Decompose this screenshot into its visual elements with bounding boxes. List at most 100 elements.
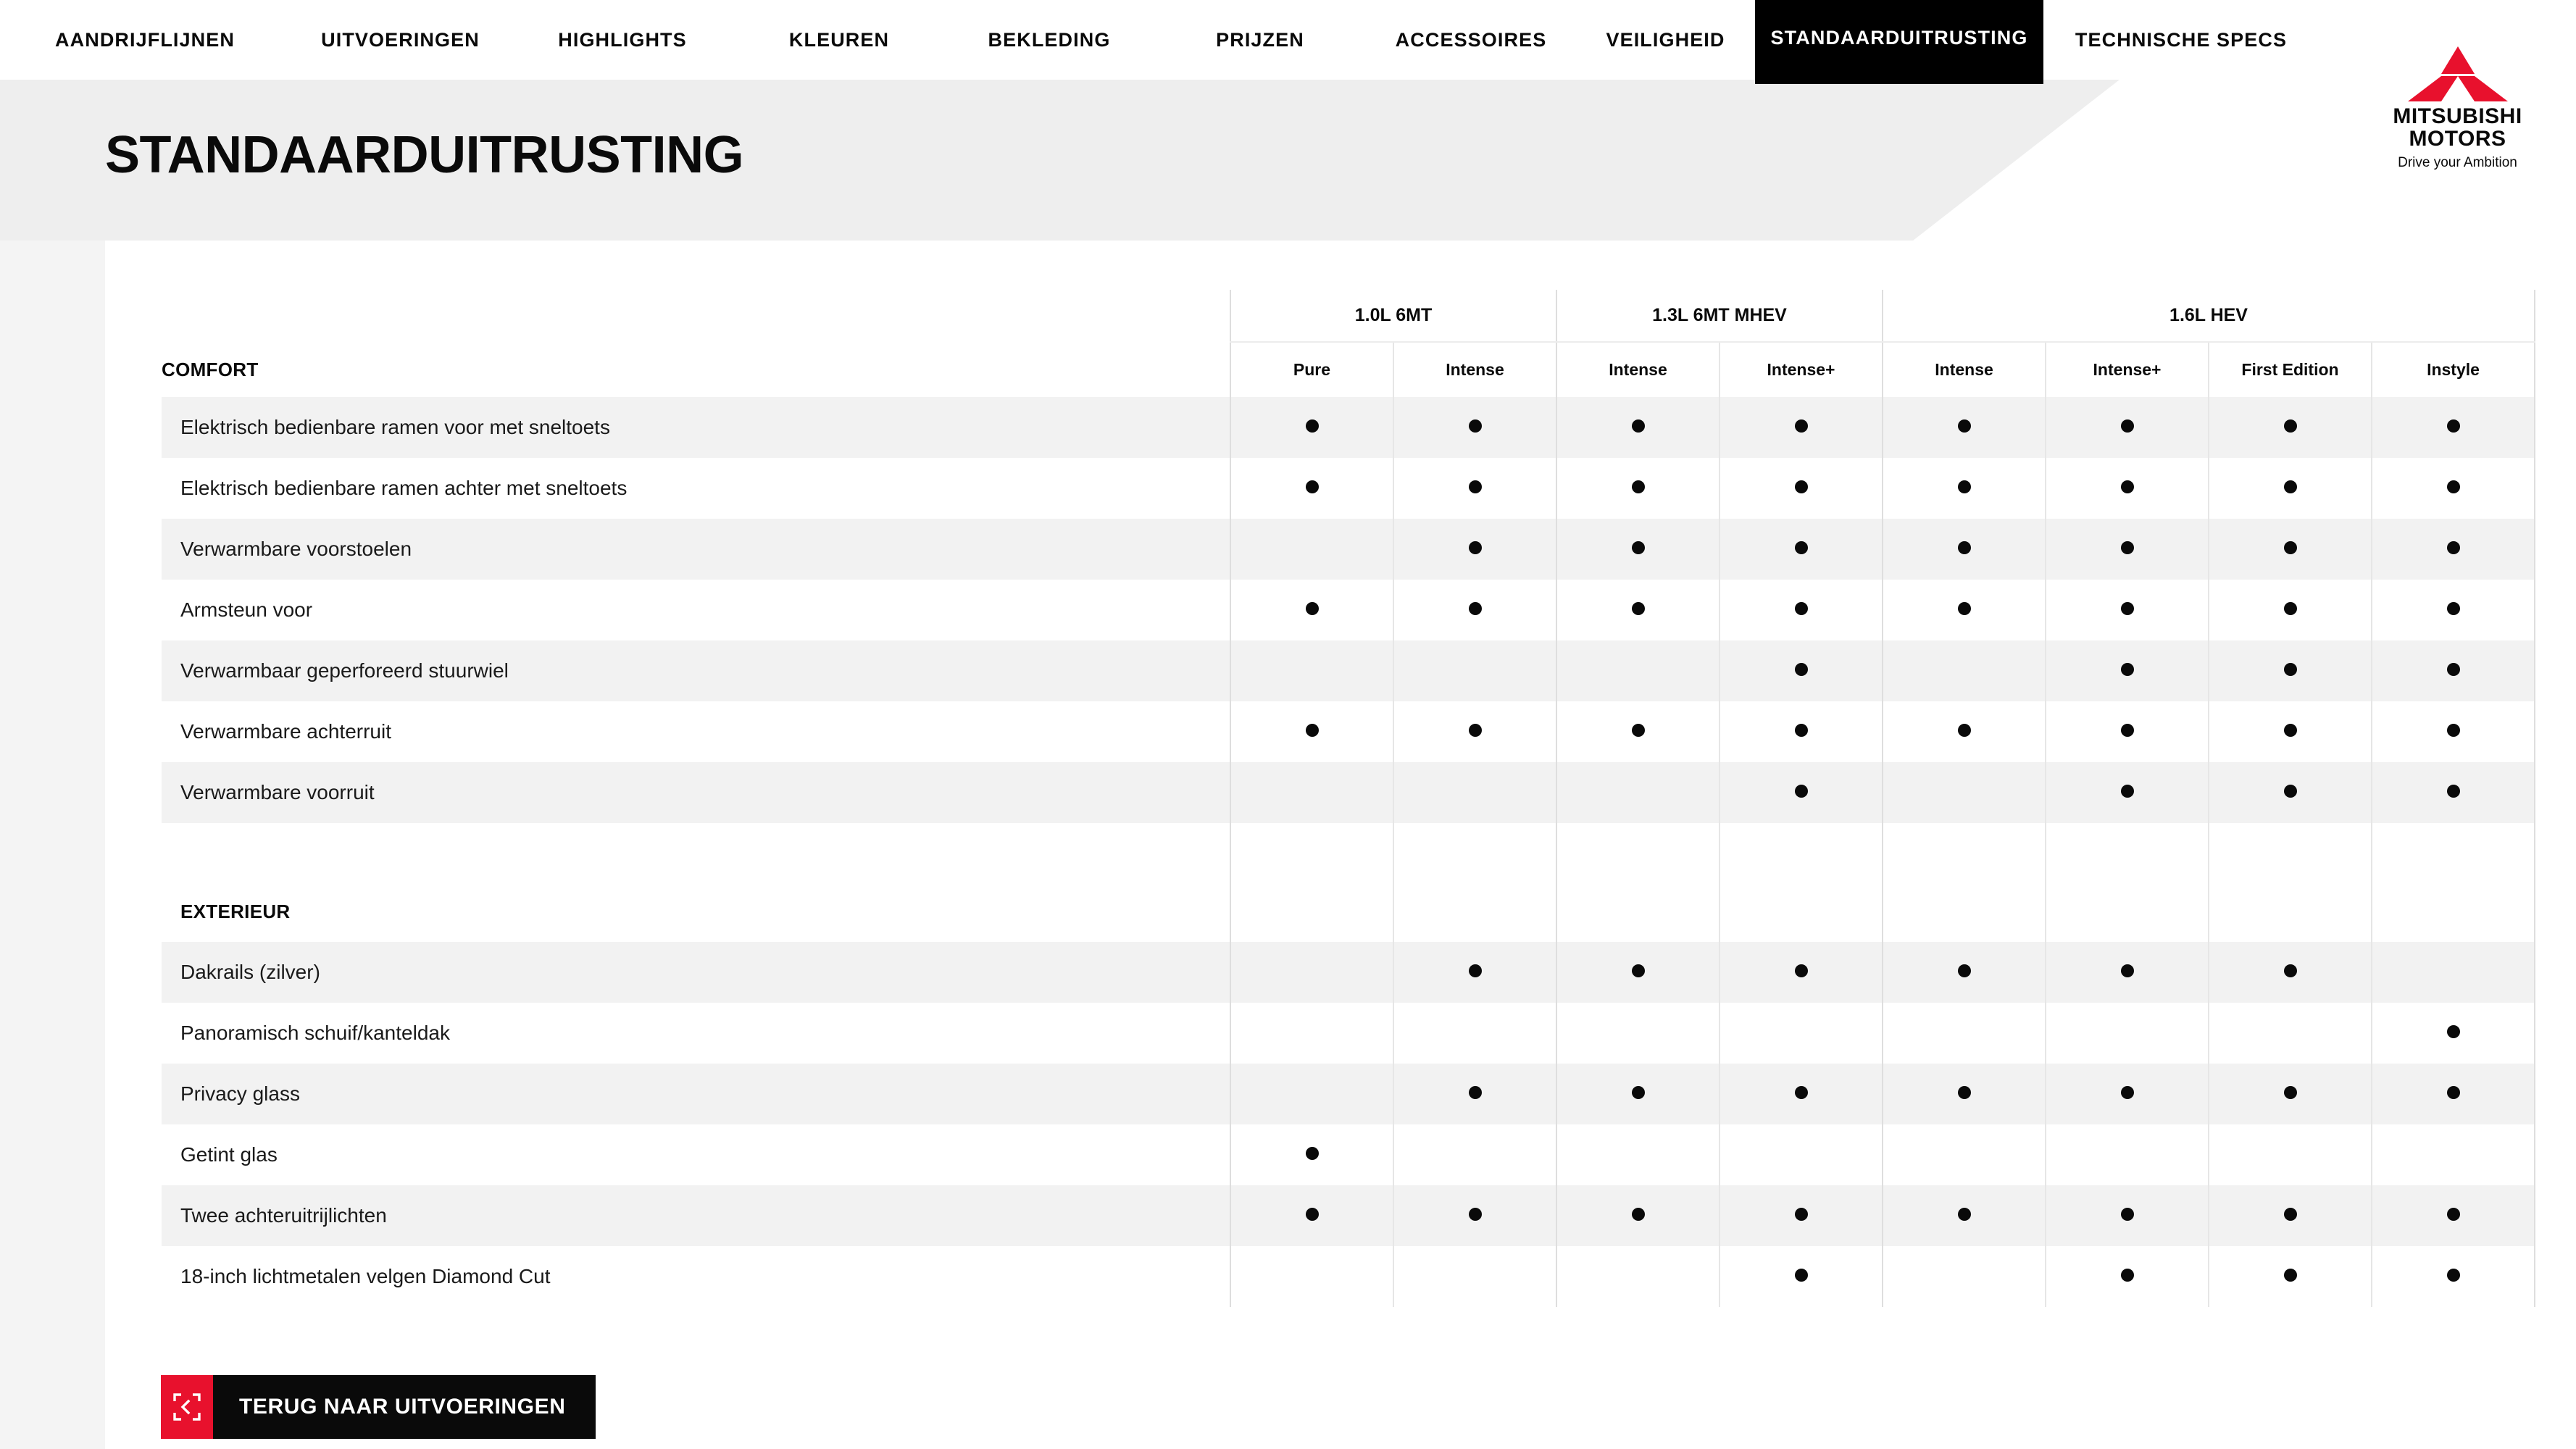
feature-empty-cell (1393, 881, 1556, 942)
feature-empty-cell (1393, 1124, 1556, 1185)
section-title: EXTERIEUR (180, 900, 291, 922)
feature-empty-cell (1882, 1003, 2046, 1064)
bullet-dot-icon (2446, 1024, 2460, 1038)
bullet-dot-icon (2120, 662, 2134, 676)
feature-empty-cell (1718, 1124, 1883, 1185)
feature-available-cell (2371, 762, 2536, 823)
feature-label: Elektrisch bedienbare ramen achter met s… (180, 477, 628, 499)
nav-tab-standaarduitrusting[interactable]: STANDAARDUITRUSTING (1755, 0, 2043, 80)
bullet-dot-icon (1468, 419, 1482, 433)
feature-label: Verwarmbare voorruit (162, 762, 1230, 823)
feature-available-cell (1393, 942, 1556, 1003)
nav-tab-highlights[interactable]: HIGHLIGHTS (511, 0, 734, 80)
feature-available-cell (2045, 580, 2209, 640)
feature-available-cell (1556, 942, 1720, 1003)
feature-empty-cell (2371, 881, 2536, 942)
back-to-versions-button[interactable]: TERUG NAAR UITVOERINGEN (161, 1375, 596, 1439)
nav-tab-prijzen[interactable]: PRIJZEN (1154, 0, 1366, 80)
table-row: Privacy glass (162, 1064, 2536, 1124)
three-diamonds-icon (2380, 45, 2535, 104)
bullet-dot-icon (2446, 1268, 2460, 1282)
feature-available-cell (1718, 942, 1883, 1003)
bullet-dot-icon (1957, 964, 1971, 977)
feature-empty-cell (1230, 762, 1393, 823)
bullet-dot-icon (1794, 480, 1808, 493)
feature-empty-cell (1556, 1124, 1720, 1185)
feature-available-cell (1882, 397, 2046, 458)
table-row: Verwarmbare voorstoelen (162, 519, 2536, 580)
table-row: Getint glas (162, 1124, 2536, 1185)
bullet-dot-icon (1794, 540, 1808, 554)
feature-available-cell (1882, 942, 2046, 1003)
bullet-dot-icon (1957, 1085, 1971, 1099)
bullet-dot-icon (2446, 723, 2460, 737)
bullet-dot-icon (1631, 601, 1645, 615)
feature-empty-cell (1230, 1246, 1393, 1307)
nav-tab-veiligheid[interactable]: VEILIGHEID (1576, 0, 1755, 80)
feature-available-cell (1718, 701, 1883, 762)
feature-available-cell (2045, 1246, 2209, 1307)
nav-tab-uitvoeringen[interactable]: UITVOERINGEN (290, 0, 511, 80)
table-row: Verwarmbare voorruit (162, 762, 2536, 823)
trim-header: Intense+ (2045, 342, 2209, 397)
feature-empty-cell (2045, 823, 2209, 881)
nav-tab-kleuren[interactable]: KLEUREN (734, 0, 944, 80)
feature-label: Getint glas (180, 1143, 278, 1166)
feature-empty-cell (2208, 823, 2372, 881)
feature-label: Verwarmbare voorstoelen (162, 519, 1230, 580)
trim-header: First Edition (2208, 342, 2372, 397)
table-corner-cell (162, 290, 1230, 342)
bullet-dot-icon (2283, 480, 2297, 493)
feature-available-cell (2208, 519, 2372, 580)
bullet-dot-icon (2120, 601, 2134, 615)
bullet-dot-icon (1305, 723, 1319, 737)
feature-available-cell (2208, 458, 2372, 519)
feature-available-cell (2371, 397, 2536, 458)
bullet-dot-icon (2120, 1207, 2134, 1221)
nav-tab-bekleding[interactable]: BEKLEDING (944, 0, 1154, 80)
nav-tab-aandrijflijnen[interactable]: AANDRIJFLIJNEN (0, 0, 290, 80)
trim-header: Pure (1230, 342, 1393, 397)
bullet-dot-icon (1468, 723, 1482, 737)
feature-available-cell (1718, 1185, 1883, 1246)
feature-empty-cell (2371, 942, 2536, 1003)
feature-available-cell (1718, 519, 1883, 580)
mitsubishi-logo[interactable]: MITSUBISHI MOTORS Drive your Ambition (2380, 45, 2535, 171)
bullet-dot-icon (2446, 1207, 2460, 1221)
feature-available-cell (2208, 762, 2372, 823)
bullet-dot-icon (1794, 964, 1808, 977)
table-row: Verwarmbare achterruit (162, 701, 2536, 762)
feature-empty-cell (1882, 1246, 2046, 1307)
feature-empty-cell (1230, 823, 1393, 881)
bullet-dot-icon (2120, 480, 2134, 493)
feature-empty-cell (1393, 1003, 1556, 1064)
feature-available-cell (1718, 640, 1883, 701)
feature-empty-cell (1882, 881, 2046, 942)
feature-empty-cell (1393, 1246, 1556, 1307)
feature-available-cell (2371, 580, 2536, 640)
trim-header: Instyle (2371, 342, 2536, 397)
bullet-dot-icon (1631, 723, 1645, 737)
bullet-dot-icon (1631, 1207, 1645, 1221)
engine-group-header-row: 1.0L 6MT 1.3L 6MT MHEV 1.6L HEV (162, 290, 2536, 343)
bullet-dot-icon (2446, 419, 2460, 433)
bullet-dot-icon (1305, 1146, 1319, 1160)
nav-tab-accessoires[interactable]: ACCESSOIRES (1366, 0, 1576, 80)
feature-label: Twee achteruitrijlichten (162, 1185, 1230, 1246)
bullet-dot-icon (1468, 601, 1482, 615)
nav-tab-list: AANDRIJFLIJNEN UITVOERINGEN HIGHLIGHTS KLEU… (0, 0, 2348, 80)
feature-empty-cell (1718, 881, 1883, 942)
feature-empty-cell (1393, 640, 1556, 701)
feature-available-cell (2045, 942, 2209, 1003)
nav-tab-technische-specs[interactable]: TECHNISCHE SPECS (2043, 0, 2319, 80)
logo-brand-line-2: MOTORS (2409, 126, 2506, 151)
bullet-dot-icon (1631, 480, 1645, 493)
feature-available-cell (1718, 762, 1883, 823)
feature-available-cell (1230, 397, 1393, 458)
feature-empty-cell (2045, 881, 2209, 942)
feature-empty-cell (1556, 1003, 1720, 1064)
primary-navigation: AANDRIJFLIJNEN UITVOERINGEN HIGHLIGHTS KLEU… (0, 0, 2576, 80)
feature-available-cell (1556, 580, 1720, 640)
bullet-dot-icon (2283, 784, 2297, 798)
feature-label: Panoramisch schuif/kanteldak (180, 1022, 450, 1044)
